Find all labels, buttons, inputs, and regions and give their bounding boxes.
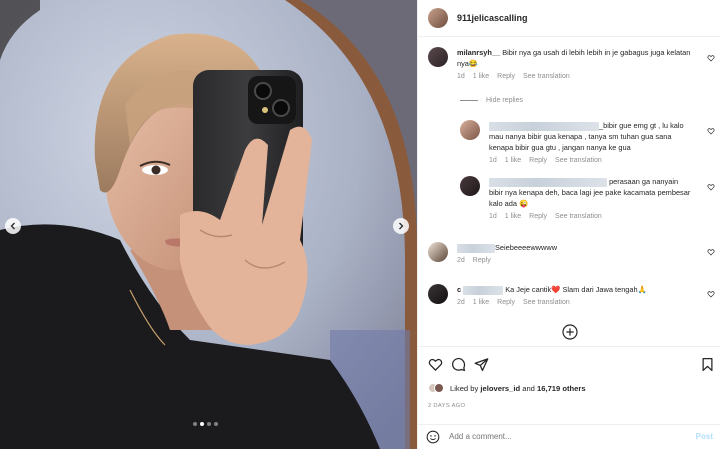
- author-username[interactable]: 911jelicascalling: [457, 13, 528, 23]
- redacted-username: [457, 243, 495, 253]
- hide-replies-toggle[interactable]: Hide replies: [460, 97, 523, 104]
- reply-meta: 1d 1 like Reply See translation: [489, 157, 694, 164]
- comment-heart-icon[interactable]: [707, 54, 715, 62]
- reply-meta: 1d 1 like Reply See translation: [489, 213, 694, 220]
- comment-icon[interactable]: [451, 357, 466, 372]
- reply-button[interactable]: Reply: [497, 299, 515, 306]
- comment-meta: 2d 1 like Reply See translation: [457, 299, 647, 306]
- emoji-icon[interactable]: [426, 430, 440, 444]
- post-image: [0, 0, 417, 449]
- comment-item: c Ka Jeje cantik❤️ Slam dari Jawa tengah…: [428, 284, 698, 306]
- commenter-avatar[interactable]: [428, 284, 448, 304]
- reply-button[interactable]: Reply: [473, 257, 491, 264]
- comment-heart-icon[interactable]: [707, 290, 715, 298]
- post-side-panel: 911jelicascalling milanrsyh__ Bibir nya …: [417, 0, 720, 449]
- reply-age: 1d: [489, 213, 497, 220]
- comment-username[interactable]: c: [457, 285, 461, 294]
- comment-meta: 1d 1 like Reply See translation: [457, 73, 697, 80]
- heart-icon[interactable]: [428, 357, 443, 372]
- action-bar: [428, 357, 715, 373]
- replier-avatar[interactable]: [460, 176, 480, 196]
- liker-username[interactable]: jelovers_id: [480, 384, 520, 393]
- likes-summary: Liked by jelovers_id and 16,719 others: [428, 383, 586, 393]
- see-translation-button[interactable]: See translation: [523, 73, 570, 80]
- likes-count[interactable]: 16,719 others: [537, 384, 586, 393]
- comment-text: milanrsyh__ Bibir nya ga usah di lebih l…: [457, 47, 697, 69]
- comment-heart-icon[interactable]: [707, 248, 715, 256]
- replies-divider: [460, 100, 478, 101]
- post-actions-section: Liked by jelovers_id and 16,719 others 2…: [418, 346, 720, 446]
- comment-text: Seiebeeeewwwww: [457, 242, 557, 253]
- comment-likes[interactable]: 1 like: [473, 73, 489, 80]
- liker-avatar: [434, 383, 444, 393]
- likes-text: Liked by jelovers_id and 16,719 others: [450, 384, 586, 393]
- reply-item: _bibir gue emg gt , lu kalo mau nanya bi…: [460, 120, 705, 164]
- reply-text: perasaan ga nanyain bibir nya kenapa deh…: [489, 176, 694, 209]
- reply-button[interactable]: Reply: [497, 73, 515, 80]
- see-translation-button[interactable]: See translation: [523, 299, 570, 306]
- redacted-username: [463, 285, 504, 295]
- comment-item: milanrsyh__ Bibir nya ga usah di lebih l…: [428, 47, 698, 80]
- comment-meta: 2d Reply: [457, 257, 557, 264]
- comment-likes[interactable]: 1 like: [473, 299, 489, 306]
- reply-heart-icon[interactable]: [707, 127, 715, 135]
- comment-age: 2d: [457, 299, 465, 306]
- reply-item: perasaan ga nanyain bibir nya kenapa deh…: [460, 176, 705, 220]
- reply-heart-icon[interactable]: [707, 183, 715, 191]
- post-photo[interactable]: [0, 0, 417, 449]
- comment-body: Ka Jeje cantik❤️ Slam dari Jawa tengah🙏: [505, 285, 647, 294]
- likes-and: and: [522, 383, 535, 393]
- previous-photo-button[interactable]: [5, 218, 21, 234]
- comment-text: c Ka Jeje cantik❤️ Slam dari Jawa tengah…: [457, 284, 647, 295]
- add-circle-icon[interactable]: [562, 324, 578, 340]
- comments-list: milanrsyh__ Bibir nya ga usah di lebih l…: [418, 38, 720, 346]
- add-comment-bar: Post: [418, 424, 720, 448]
- post-header: 911jelicascalling: [418, 0, 720, 37]
- carousel-indicator: [193, 422, 218, 426]
- share-icon[interactable]: [474, 357, 489, 372]
- likes-prefix: Liked by: [450, 383, 479, 393]
- bookmark-icon[interactable]: [700, 357, 715, 372]
- reply-button[interactable]: Reply: [529, 157, 547, 164]
- post-button[interactable]: Post: [696, 432, 713, 441]
- carousel-dot: [207, 422, 211, 426]
- commenter-avatar[interactable]: [428, 242, 448, 262]
- see-translation-button[interactable]: See translation: [555, 157, 602, 164]
- replier-avatar[interactable]: [460, 120, 480, 140]
- comment-age: 2d: [457, 257, 465, 264]
- reply-button[interactable]: Reply: [529, 213, 547, 220]
- author-avatar[interactable]: [428, 8, 448, 28]
- see-translation-button[interactable]: See translation: [555, 213, 602, 220]
- carousel-dot-active: [200, 422, 204, 426]
- reply-likes[interactable]: 1 like: [505, 213, 521, 220]
- carousel-dot: [193, 422, 197, 426]
- chevron-right-icon: [399, 222, 404, 230]
- hide-replies-label: Hide replies: [486, 97, 523, 104]
- redacted-username: [489, 177, 607, 187]
- post-date: 2 DAYS AGO: [428, 403, 466, 409]
- carousel-dot: [214, 422, 218, 426]
- next-photo-button[interactable]: [393, 218, 409, 234]
- commenter-avatar[interactable]: [428, 47, 448, 67]
- comment-username[interactable]: milanrsyh__: [457, 48, 500, 57]
- comment-input[interactable]: [449, 432, 696, 441]
- comment-body: Seiebeeeewwwww: [495, 243, 558, 252]
- chevron-left-icon: [10, 222, 15, 230]
- reply-age: 1d: [489, 157, 497, 164]
- redacted-username: [489, 121, 599, 131]
- comment-item: Seiebeeeewwwww 2d Reply: [428, 242, 698, 264]
- reply-text: _bibir gue emg gt , lu kalo mau nanya bi…: [489, 120, 694, 153]
- instagram-post-view: 911jelicascalling milanrsyh__ Bibir nya …: [0, 0, 720, 449]
- comment-age: 1d: [457, 73, 465, 80]
- reply-likes[interactable]: 1 like: [505, 157, 521, 164]
